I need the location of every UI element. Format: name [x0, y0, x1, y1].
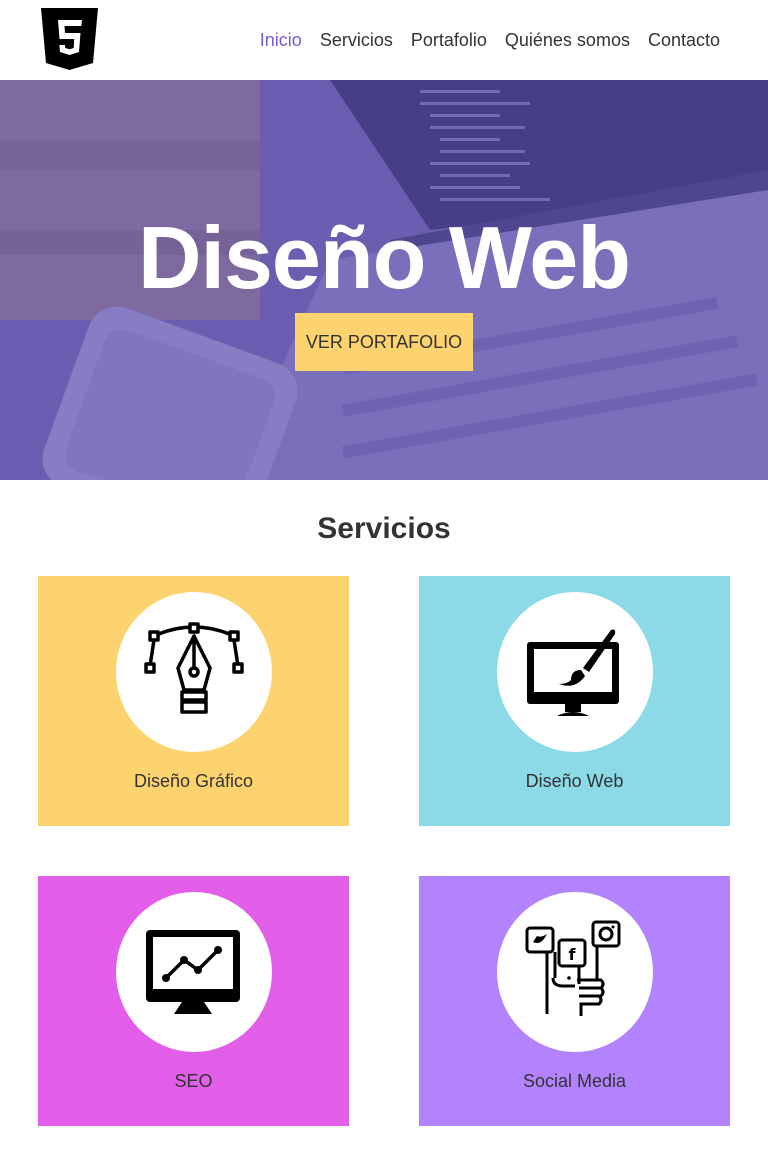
- nav-item-contacto[interactable]: Contacto: [648, 29, 720, 51]
- site-header: Inicio Servicios Portafolio Quiénes somo…: [0, 0, 768, 80]
- icon-circle: [116, 592, 272, 752]
- ver-portafolio-button[interactable]: VER PORTAFOLIO: [295, 313, 473, 371]
- social-media-hand-icon: f: [525, 920, 621, 1016]
- service-card-label: Diseño Gráfico: [133, 771, 254, 791]
- service-card-label: SEO: [174, 1071, 213, 1091]
- service-card-label: Diseño Web: [525, 771, 624, 791]
- service-card-seo[interactable]: SEO: [38, 876, 349, 1126]
- icon-circle: [116, 892, 272, 1052]
- icon-circle: f: [497, 892, 653, 1052]
- icon-circle: [497, 592, 653, 752]
- nav-item-portafolio[interactable]: Portafolio: [411, 29, 487, 51]
- hero-banner: Diseño Web VER PORTAFOLIO: [0, 80, 768, 480]
- service-card-diseno-web[interactable]: Diseño Web: [419, 576, 730, 826]
- service-card-diseno-grafico[interactable]: Diseño Gráfico: [38, 576, 349, 826]
- monitor-brush-icon: [527, 629, 619, 716]
- services-heading: Servicios: [317, 512, 451, 545]
- html5-shield-icon[interactable]: [41, 8, 98, 70]
- pen-tool-icon: [144, 622, 244, 714]
- nav-item-servicios[interactable]: Servicios: [320, 29, 393, 51]
- main-nav: Inicio Servicios Portafolio Quiénes somo…: [260, 29, 720, 51]
- nav-item-quienes-somos[interactable]: Quiénes somos: [505, 29, 630, 51]
- svg-text:f: f: [569, 945, 577, 964]
- service-card-label: Social Media: [522, 1071, 627, 1091]
- monitor-chart-icon: [146, 930, 240, 1014]
- service-card-social-media[interactable]: f Social Media: [419, 876, 730, 1126]
- hero-title: Diseño Web: [137, 208, 631, 307]
- nav-item-inicio[interactable]: Inicio: [260, 29, 302, 51]
